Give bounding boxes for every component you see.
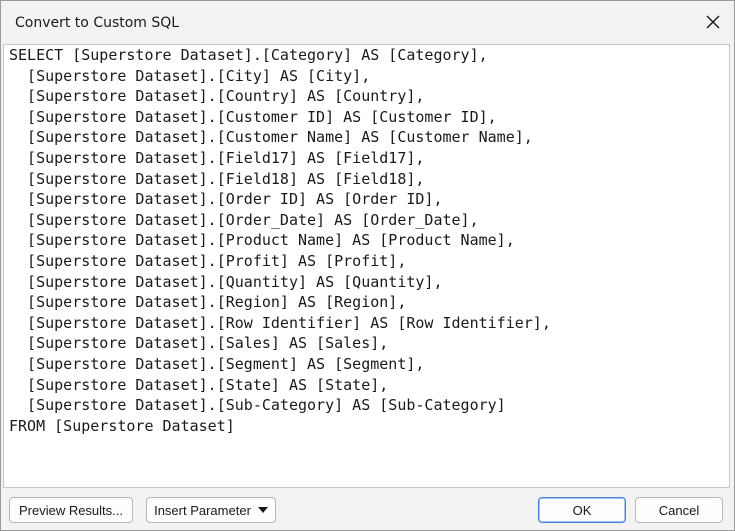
cancel-button[interactable]: Cancel: [635, 497, 723, 523]
sql-line: [Superstore Dataset].[Sales] AS [Sales],: [9, 334, 389, 353]
sql-editor[interactable]: SELECT [Superstore Dataset].[Category] A…: [3, 44, 730, 488]
sql-line: [Superstore Dataset].[Customer ID] AS [C…: [9, 107, 497, 126]
close-icon: [706, 15, 720, 29]
sql-line: [Superstore Dataset].[Country] AS [Count…: [9, 87, 425, 106]
dialog-title: Convert to Custom SQL: [15, 15, 180, 31]
dialog-titlebar: Convert to Custom SQL: [1, 1, 734, 45]
custom-sql-dialog: Convert to Custom SQL SELECT [Superstore…: [0, 0, 735, 531]
sql-line: [Superstore Dataset].[Customer Name] AS …: [9, 128, 533, 147]
sql-line: [Superstore Dataset].[State] AS [State],: [9, 375, 389, 394]
close-button[interactable]: [700, 9, 726, 35]
sql-line: [Superstore Dataset].[Profit] AS [Profit…: [9, 252, 407, 270]
insert-parameter-label: Insert Parameter: [154, 502, 251, 518]
sql-line: [Superstore Dataset].[Sub-Category] AS […: [9, 396, 506, 415]
sql-line: [Superstore Dataset].[Quantity] AS [Quan…: [9, 272, 443, 291]
insert-parameter-button[interactable]: Insert Parameter: [146, 497, 276, 523]
sql-line: SELECT [Superstore Dataset].[Category] A…: [9, 46, 488, 64]
sql-line: [Superstore Dataset].[Product Name] AS […: [9, 231, 515, 250]
sql-line: [Superstore Dataset].[Order_Date] AS [Or…: [9, 210, 479, 229]
sql-line: [Superstore Dataset].[City] AS [City],: [9, 66, 371, 85]
sql-line: FROM [Superstore Dataset]: [9, 416, 235, 435]
sql-line: [Superstore Dataset].[Segment] AS [Segme…: [9, 355, 425, 373]
chevron-down-icon: [257, 507, 268, 513]
sql-line: [Superstore Dataset].[Region] AS [Region…: [9, 293, 407, 312]
sql-line: [Superstore Dataset].[Field17] AS [Field…: [9, 149, 425, 167]
preview-results-button[interactable]: Preview Results...: [9, 497, 133, 523]
sql-line: [Superstore Dataset].[Order ID] AS [Orde…: [9, 190, 443, 209]
sql-line: [Superstore Dataset].[Row Identifier] AS…: [9, 313, 551, 332]
ok-button[interactable]: OK: [538, 497, 626, 523]
sql-line: [Superstore Dataset].[Field18] AS [Field…: [9, 169, 425, 188]
